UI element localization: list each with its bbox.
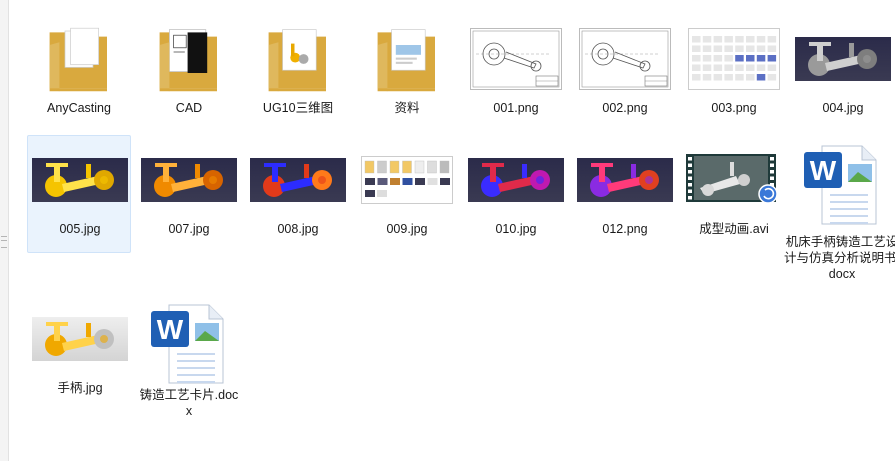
file-tile[interactable]: 005.jpg: [27, 135, 131, 253]
vertical-scrollbar[interactable]: [0, 0, 9, 461]
file-name: 002.png: [602, 101, 648, 115]
image-thumbnail: [30, 140, 130, 220]
image-thumbnail: [139, 140, 239, 220]
file-tile[interactable]: 资料: [354, 14, 458, 132]
file-tile[interactable]: 012.png: [572, 135, 676, 253]
file-tile[interactable]: UG10三维图: [245, 14, 349, 132]
file-name: 机床手柄铸造工艺设计与仿真分析说明书.docx: [784, 235, 895, 281]
image-thumbnail: [793, 19, 893, 99]
file-name: 007.jpg: [168, 222, 210, 236]
file-name: 008.jpg: [277, 222, 319, 236]
svg-text:W: W: [157, 314, 184, 345]
folder-icon: [29, 19, 129, 99]
file-tile[interactable]: 010.jpg: [463, 135, 567, 253]
file-tile[interactable]: W 铸造工艺卡片.docx: [136, 294, 240, 418]
image-thumbnail: [30, 299, 130, 379]
file-tile[interactable]: AnyCasting: [26, 14, 130, 132]
file-name: 012.png: [602, 222, 648, 236]
file-name: AnyCasting: [47, 101, 111, 115]
file-tile[interactable]: 手柄.jpg: [27, 294, 131, 412]
file-name: 003.png: [711, 101, 757, 115]
video-thumbnail: [684, 140, 784, 220]
image-thumbnail: [575, 140, 675, 220]
file-name: 资料: [394, 101, 420, 115]
folder-icon: [139, 19, 239, 99]
image-thumbnail: [357, 140, 457, 220]
file-tile[interactable]: 003.png: [681, 14, 785, 132]
file-tile[interactable]: 009.jpg: [354, 135, 458, 253]
file-name: 005.jpg: [59, 222, 101, 236]
file-name: 成型动画.avi: [699, 222, 769, 236]
image-thumbnail: [575, 19, 675, 99]
file-name: 001.png: [493, 101, 539, 115]
file-name: CAD: [175, 101, 203, 115]
file-tile[interactable]: W 机床手柄铸造工艺设计与仿真分析说明书.docx: [784, 135, 895, 281]
image-thumbnail: [248, 140, 348, 220]
image-thumbnail: [466, 140, 566, 220]
file-tile[interactable]: 001.png: [463, 14, 567, 132]
file-name: 009.jpg: [386, 222, 428, 236]
file-tile[interactable]: CAD: [136, 14, 240, 132]
folder-icon: [357, 19, 457, 99]
file-tile[interactable]: 007.jpg: [136, 135, 240, 253]
file-name: 铸造工艺卡片.docx: [139, 388, 239, 418]
file-tile[interactable]: 008.jpg: [245, 135, 349, 253]
scrollbar-grip[interactable]: [1, 236, 7, 248]
file-tile[interactable]: 002.png: [572, 14, 676, 132]
word-document-icon: W: [792, 138, 892, 230]
file-name: UG10三维图: [262, 101, 334, 115]
svg-text:W: W: [810, 155, 837, 186]
file-name: 手柄.jpg: [57, 381, 103, 395]
image-thumbnail: [684, 19, 784, 99]
file-name: 010.jpg: [495, 222, 537, 236]
folder-icon: [248, 19, 348, 99]
file-tile[interactable]: 成型动画.avi: [681, 135, 785, 253]
image-thumbnail: [466, 19, 566, 99]
word-document-icon: W: [139, 297, 239, 389]
file-tile[interactable]: 004.jpg: [790, 14, 894, 132]
file-name: 004.jpg: [822, 101, 864, 115]
